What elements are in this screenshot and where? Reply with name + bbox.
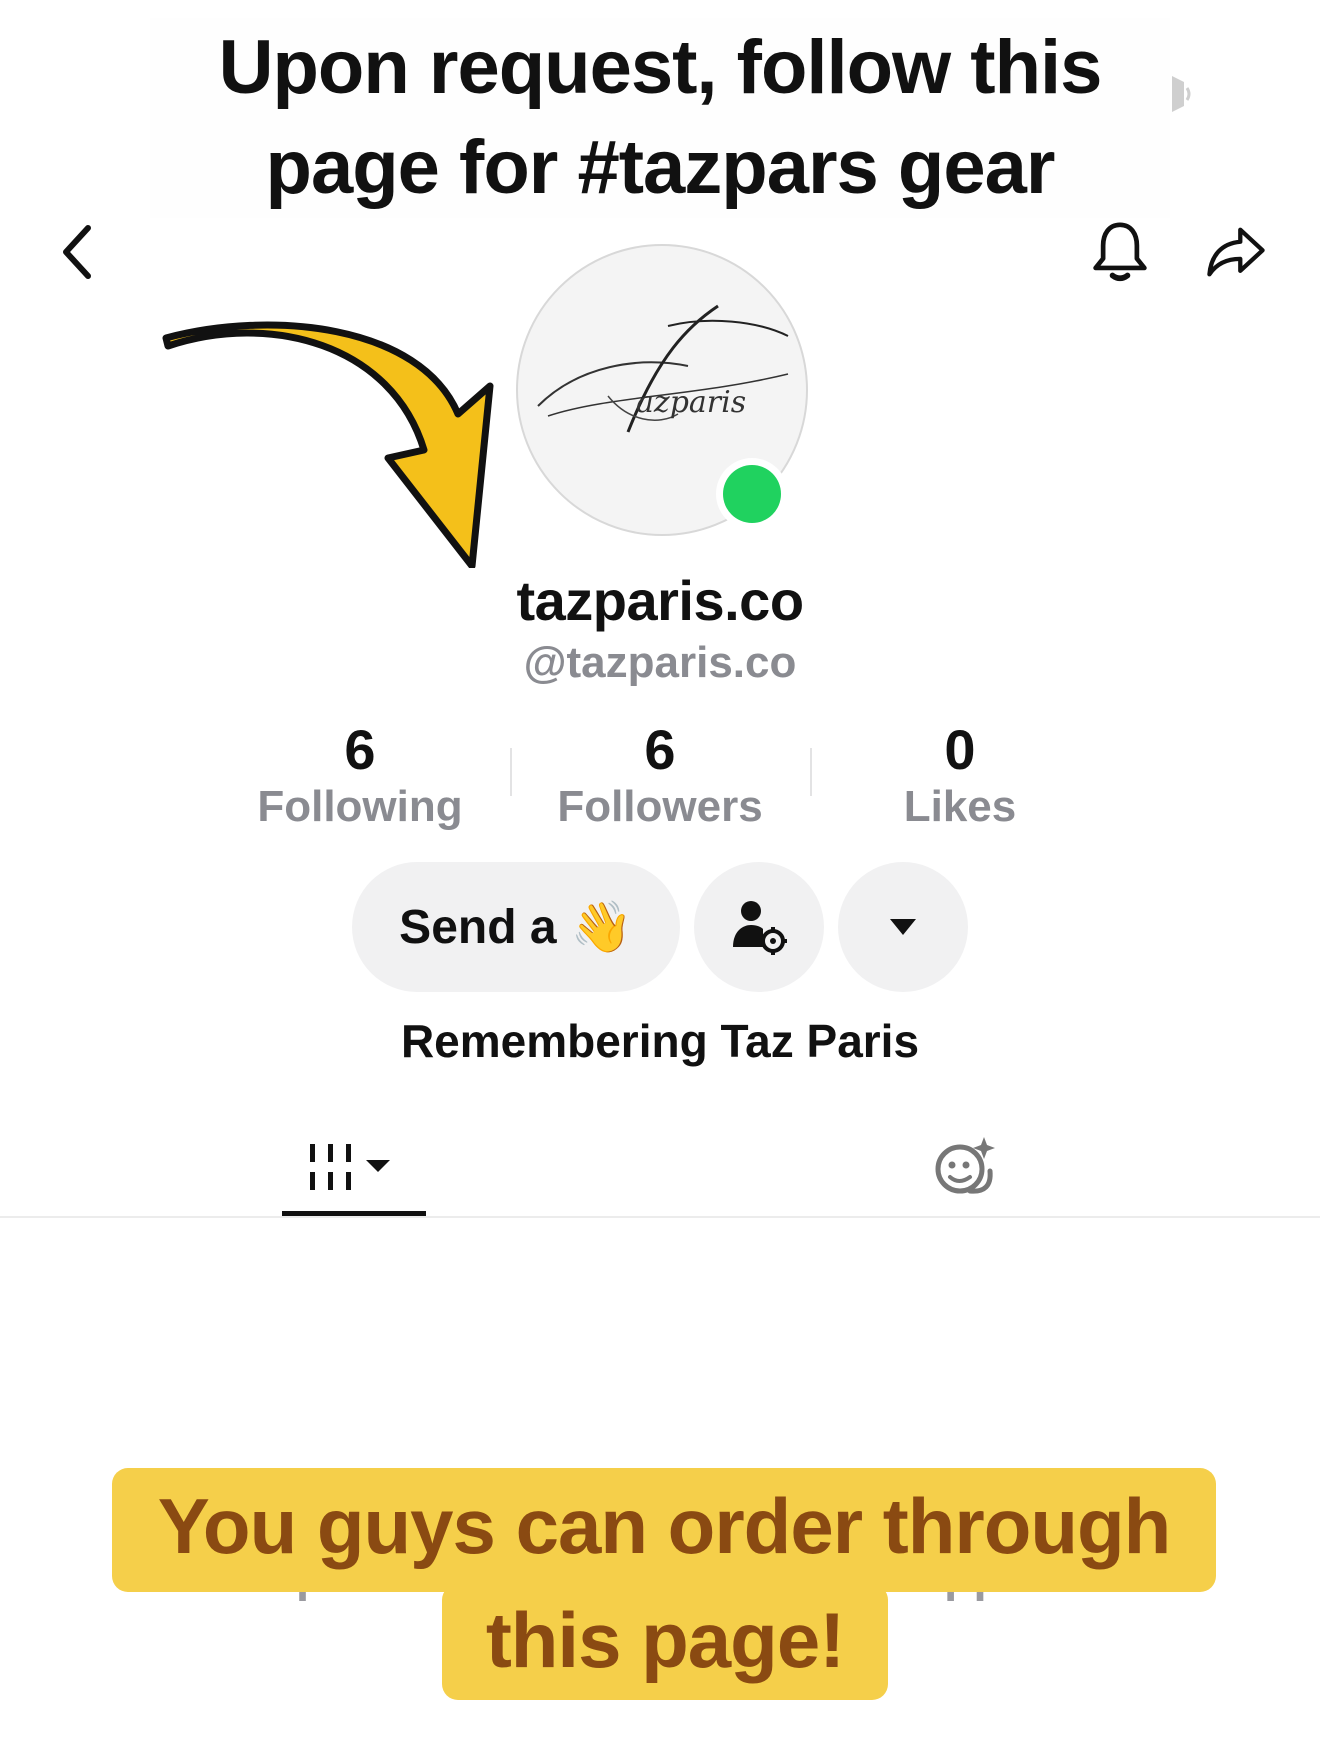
top-caption-line-1: Upon request, follow this (218, 25, 1103, 110)
top-caption-line-2: page for #tazpars gear (265, 125, 1056, 210)
following-count: 6 (344, 718, 376, 781)
person-settings-icon (733, 901, 787, 955)
followers-count: 6 (644, 718, 676, 781)
stat-following[interactable]: 6 Following (210, 718, 510, 831)
display-name: tazparis.co (516, 569, 804, 632)
send-wave-label: Send a (399, 900, 557, 954)
yellow-arrow-icon (160, 318, 500, 570)
svg-text:azparis: azparis (636, 385, 746, 420)
bottom-caption-line-2: this page! (442, 1584, 888, 1700)
back-arrow-icon (63, 225, 91, 279)
bell-icon (1093, 222, 1147, 282)
online-dot (723, 465, 781, 523)
followers-label: Followers (557, 782, 763, 831)
profile-stats: 6 Following 6 Followers 0 Likes (210, 718, 1110, 831)
tab-videos[interactable] (282, 1120, 426, 1216)
reposts-face-icon (935, 1137, 995, 1194)
dropdown-caret-icon (890, 919, 916, 935)
profile-bio: Remembering Taz Paris (400, 1015, 920, 1067)
more-options-button[interactable] (838, 862, 968, 992)
volume-icon (1170, 72, 1192, 116)
share-icon (1207, 227, 1265, 277)
person-settings-button[interactable] (694, 862, 824, 992)
stat-followers[interactable]: 6 Followers (510, 718, 810, 831)
tab-reposts[interactable] (920, 1118, 1010, 1214)
following-label: Following (257, 782, 463, 831)
notifications-button[interactable] (1090, 222, 1150, 282)
likes-count: 0 (944, 718, 976, 781)
bottom-caption-line-1: You guys can order through (112, 1468, 1216, 1592)
share-button[interactable] (1206, 222, 1266, 282)
stat-divider (510, 748, 512, 796)
username-handle: @tazparis.co (523, 638, 797, 687)
stat-divider (810, 748, 812, 796)
top-caption: Upon request, follow this page for #tazp… (150, 18, 1170, 218)
back-button[interactable] (48, 222, 108, 282)
send-wave-button[interactable]: Send a 👋 (352, 862, 680, 992)
stat-likes[interactable]: 0 Likes (810, 718, 1110, 831)
online-status-indicator (716, 458, 788, 530)
video-grid-icon (310, 1144, 390, 1190)
tabs-divider (0, 1216, 1320, 1218)
likes-label: Likes (903, 782, 1017, 831)
waving-hand-icon: 👋 (570, 898, 633, 955)
